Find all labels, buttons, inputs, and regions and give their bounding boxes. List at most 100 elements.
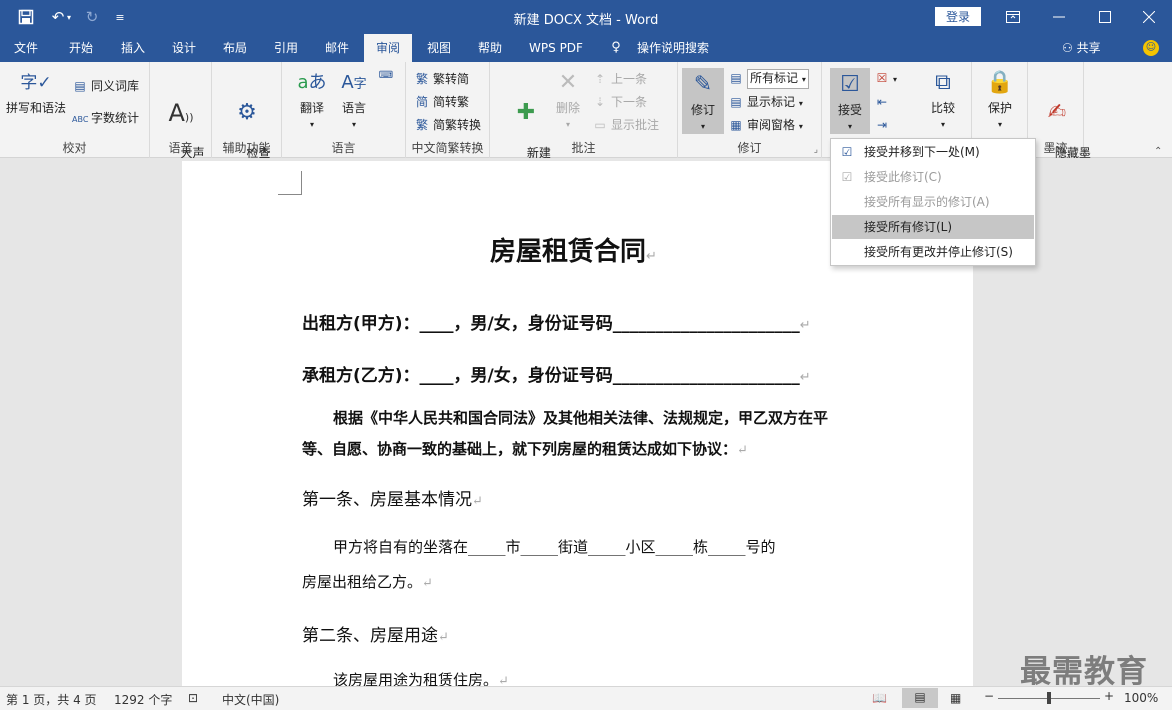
- group-language: aあ 翻译 ▾ A字 语言 ▾ ⌨ 语言: [282, 62, 406, 158]
- reject-icon: ☒: [876, 71, 888, 85]
- zoom-in-icon[interactable]: +: [1104, 689, 1114, 703]
- accept-button[interactable]: ☑ 接受 ▾: [830, 68, 870, 134]
- paragraph-mark: ↵: [646, 249, 657, 264]
- show-markup-button[interactable]: ▤ 显示标记 ▾: [728, 92, 803, 112]
- track-changes-button[interactable]: ✎ 修订 ▾: [682, 68, 724, 134]
- customize-quick-access-icon[interactable]: ≡: [106, 0, 134, 34]
- word-window: { "titlebar":{"save_icon":"save-icon","u…: [0, 0, 1172, 710]
- page-count[interactable]: 第 1 页，共 4 页: [6, 691, 97, 708]
- margin-corner-mark: [278, 171, 302, 195]
- tell-me-search[interactable]: 操作说明搜索: [632, 34, 714, 62]
- proofing-status-icon[interactable]: ⊡: [188, 691, 198, 705]
- reviewing-pane-button[interactable]: ▦ 审阅窗格 ▾: [728, 115, 803, 135]
- previous-comment-button[interactable]: ⇡ 上一条: [592, 69, 647, 89]
- tracking-options-launcher-icon[interactable]: ⌟: [814, 145, 818, 155]
- show-comments-button[interactable]: ▭ 显示批注: [592, 115, 659, 135]
- tab-review[interactable]: 审阅: [364, 34, 412, 62]
- zoom-level[interactable]: 100%: [1124, 691, 1158, 705]
- word-count[interactable]: 1292 个字: [114, 691, 172, 708]
- minimize-icon[interactable]: [1036, 0, 1082, 34]
- tab-references[interactable]: 引用: [262, 34, 310, 62]
- menu-item-label: 接受并移到下一处(M): [864, 145, 980, 159]
- paragraph-mark: ↵: [799, 318, 811, 333]
- simplified-to-traditional-button[interactable]: 简简转繁: [414, 92, 469, 112]
- paragraph-mark: ↵: [422, 576, 433, 591]
- doc-article1-p2: 房屋出租给乙方。↵: [302, 571, 433, 592]
- translate-button[interactable]: aあ 翻译 ▾: [292, 66, 332, 132]
- menu-accept-and-move-next[interactable]: ☑ 接受并移到下一处(M): [832, 140, 1034, 164]
- close-icon[interactable]: [1126, 0, 1172, 34]
- markup-select-value: 所有标记: [750, 71, 799, 85]
- doc-article2-text: 第二条、房屋用途: [302, 626, 438, 646]
- chinese-conversion-button[interactable]: 繁简繁转换: [414, 115, 481, 135]
- compare-icon: ⧉: [935, 70, 951, 95]
- ime-icon[interactable]: ⌨: [378, 64, 397, 84]
- doc-article1-text: 第一条、房屋基本情况: [302, 490, 472, 510]
- compare-label: 比较: [930, 101, 955, 115]
- traditional-to-simplified-button[interactable]: 繁繁转简: [414, 69, 469, 89]
- undo-dropdown-icon[interactable]: ▾: [62, 0, 76, 34]
- smiley-icon[interactable]: ☺: [1143, 40, 1159, 56]
- share-button[interactable]: ⚇ 共享: [1062, 34, 1101, 62]
- zoom-slider-thumb[interactable]: [1047, 692, 1051, 704]
- t2s-icon: 繁: [415, 72, 428, 86]
- tab-wps-pdf[interactable]: WPS PDF: [520, 34, 592, 62]
- word-count-button[interactable]: ABC 字数统计: [72, 108, 139, 128]
- tab-home[interactable]: 开始: [56, 34, 106, 62]
- menu-accept-all-shown[interactable]: 接受所有显示的修订(A): [832, 190, 1034, 214]
- ribbon-display-icon[interactable]: [990, 0, 1036, 34]
- login-button[interactable]: 登录: [935, 7, 981, 26]
- thesaurus-button[interactable]: ▤ 同义词库: [72, 76, 139, 96]
- doc-intro-line2: 等、自愿、协商一致的基础上，就下列房屋的租赁达成如下协议：↵: [302, 438, 748, 459]
- accept-this-icon: ☑: [841, 170, 853, 184]
- accessibility-icon: ⚙: [237, 100, 257, 125]
- group-speech: A)) 大声 朗读 语音: [150, 62, 212, 175]
- group-label-tracking: 修订: [737, 141, 762, 155]
- delete-comment-label: 删除: [555, 101, 580, 115]
- markup-select[interactable]: ▤ 所有标记 ▾: [728, 68, 809, 89]
- menu-accept-all-changes[interactable]: 接受所有修订(L): [832, 215, 1034, 239]
- tab-mailings[interactable]: 邮件: [312, 34, 362, 62]
- reviewing-pane-icon: ▦: [730, 118, 742, 132]
- delete-comment-button[interactable]: ✕ 删除 ▾: [548, 66, 588, 132]
- group-label-chinese: 中文简繁转换: [411, 141, 484, 155]
- web-layout-icon[interactable]: ▦: [950, 691, 961, 705]
- tab-design[interactable]: 设计: [160, 34, 208, 62]
- menu-accept-this-change[interactable]: ☑ 接受此修订(C): [832, 165, 1034, 189]
- tab-help[interactable]: 帮助: [466, 34, 514, 62]
- save-icon[interactable]: [12, 0, 40, 34]
- language-label: 语言: [341, 101, 366, 115]
- collapse-ribbon-icon[interactable]: ⌃: [1154, 146, 1162, 157]
- tab-layout[interactable]: 布局: [210, 34, 260, 62]
- doc-article2-p1: 该房屋用途为租赁住房。↵: [333, 669, 509, 686]
- next-change-button[interactable]: ⇥: [874, 115, 893, 135]
- tab-insert[interactable]: 插入: [108, 34, 158, 62]
- protect-button[interactable]: 🔒 保护 ▾: [978, 66, 1022, 132]
- menu-accept-all-and-stop[interactable]: 接受所有更改并停止修订(S): [832, 240, 1034, 264]
- paragraph-mark: ↵: [438, 630, 449, 645]
- doc-article1-heading: 第一条、房屋基本情况↵: [302, 485, 483, 510]
- tab-file[interactable]: 文件: [2, 34, 50, 62]
- next-comment-button[interactable]: ⇣ 下一条: [592, 92, 647, 112]
- tab-view[interactable]: 视图: [414, 34, 464, 62]
- maximize-icon[interactable]: [1082, 0, 1128, 34]
- new-comment-icon: ✚: [516, 100, 536, 125]
- compare-button[interactable]: ⧉ 比较 ▾: [920, 66, 966, 132]
- person-icon: ⚇: [1062, 41, 1077, 55]
- doc-article1-p2-text: 房屋出租给乙方。: [302, 573, 423, 591]
- reject-button[interactable]: ☒ ▾: [874, 68, 897, 88]
- track-changes-label: 修订: [690, 103, 715, 117]
- language-status[interactable]: 中文(中国): [222, 691, 279, 708]
- spelling-button[interactable]: 字✓ 拼写和语法: [4, 66, 68, 116]
- paragraph-mark: ↵: [737, 443, 748, 458]
- previous-change-button[interactable]: ⇤: [874, 92, 893, 112]
- language-button[interactable]: A字 语言 ▾: [334, 66, 374, 132]
- read-mode-icon[interactable]: 📖: [872, 691, 887, 705]
- conv-icon: 繁: [415, 118, 428, 132]
- watermark-logo: 最需教育: [1020, 654, 1148, 690]
- redo-icon[interactable]: ↻: [78, 0, 106, 34]
- doc-lessee-text: 承租方(乙方)：____，男/女，身份证号码__________________…: [302, 366, 800, 386]
- group-comments: ✚ 新建 批注 ✕ 删除▾ ⇡上一条 ⇣下一条 ▭显示批注 批注: [490, 62, 678, 175]
- zoom-out-icon[interactable]: −: [984, 689, 994, 703]
- print-layout-icon[interactable]: ▤: [902, 688, 938, 708]
